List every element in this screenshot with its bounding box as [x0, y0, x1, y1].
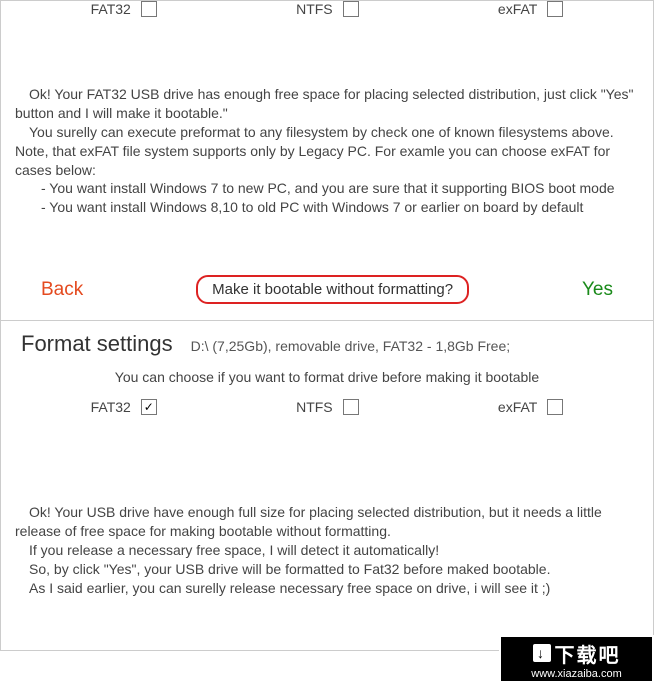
- fs-checkbox-fat32[interactable]: [141, 1, 157, 17]
- info-li2: - You want install Windows 8,10 to old P…: [15, 198, 639, 217]
- fs-option-ntfs[interactable]: NTFS: [296, 1, 359, 17]
- heading-row: Format settings D:\ (7,25Gb), removable …: [1, 321, 653, 363]
- filesystem-options-bottom: FAT32 NTFS exFAT: [1, 399, 653, 427]
- fs-option-exfat[interactable]: exFAT: [498, 1, 563, 17]
- fs-checkbox-ntfs-b[interactable]: [343, 399, 359, 415]
- fs-option-fat32[interactable]: FAT32: [91, 1, 157, 17]
- fs-label-fat32-b: FAT32: [91, 399, 131, 415]
- fs-option-fat32-b[interactable]: FAT32: [91, 399, 157, 415]
- info-b-p1: Ok! Your USB drive have enough full size…: [15, 503, 639, 541]
- fs-option-ntfs-b[interactable]: NTFS: [296, 399, 359, 415]
- panel-format-settings: Format settings D:\ (7,25Gb), removable …: [0, 321, 654, 650]
- watermark: ↓ 下载吧 www.xiazaiba.com: [499, 635, 654, 683]
- watermark-text: 下载吧: [555, 639, 621, 668]
- fs-checkbox-fat32-b[interactable]: [141, 399, 157, 415]
- yes-button[interactable]: Yes: [582, 279, 613, 301]
- page-title: Format settings: [21, 331, 173, 357]
- drive-info: D:\ (7,25Gb), removable drive, FAT32 - 1…: [191, 338, 511, 354]
- fs-checkbox-ntfs[interactable]: [343, 1, 359, 17]
- info-li1: - You want install Windows 7 to new PC, …: [15, 179, 639, 198]
- info-b-p3: So, by click "Yes", your USB drive will …: [15, 560, 639, 579]
- fs-option-exfat-b[interactable]: exFAT: [498, 399, 563, 415]
- fs-label-fat32: FAT32: [91, 1, 131, 17]
- info-p2: You surelly can execute preformat to any…: [15, 123, 639, 180]
- info-b-p2: If you release a necessary free space, I…: [15, 541, 639, 560]
- action-row: Back Make it bootable without formatting…: [1, 223, 653, 314]
- fs-checkbox-exfat-b[interactable]: [547, 399, 563, 415]
- info-p1: Ok! Your FAT32 USB drive has enough free…: [15, 85, 639, 123]
- fs-label-ntfs: NTFS: [296, 1, 333, 17]
- fs-label-exfat: exFAT: [498, 1, 537, 17]
- panel-bootable-confirm: FAT32 NTFS exFAT Ok! Your FAT32 USB driv…: [0, 0, 654, 321]
- info-text-bottom: Ok! Your USB drive have enough full size…: [1, 497, 653, 603]
- info-text-top: Ok! Your FAT32 USB drive has enough free…: [1, 79, 653, 223]
- download-icon: ↓: [533, 644, 551, 662]
- choose-text: You can choose if you want to format dri…: [1, 363, 653, 399]
- make-bootable-without-formatting-button[interactable]: Make it bootable without formatting?: [196, 275, 469, 304]
- info-b-p4: As I said earlier, you can surelly relea…: [15, 579, 639, 598]
- watermark-main: ↓ 下载吧: [533, 639, 621, 668]
- filesystem-options-top: FAT32 NTFS exFAT: [1, 1, 653, 29]
- fs-label-exfat-b: exFAT: [498, 399, 537, 415]
- watermark-url: www.xiazaiba.com: [531, 668, 621, 680]
- back-button[interactable]: Back: [41, 279, 83, 301]
- fs-checkbox-exfat[interactable]: [547, 1, 563, 17]
- fs-label-ntfs-b: NTFS: [296, 399, 333, 415]
